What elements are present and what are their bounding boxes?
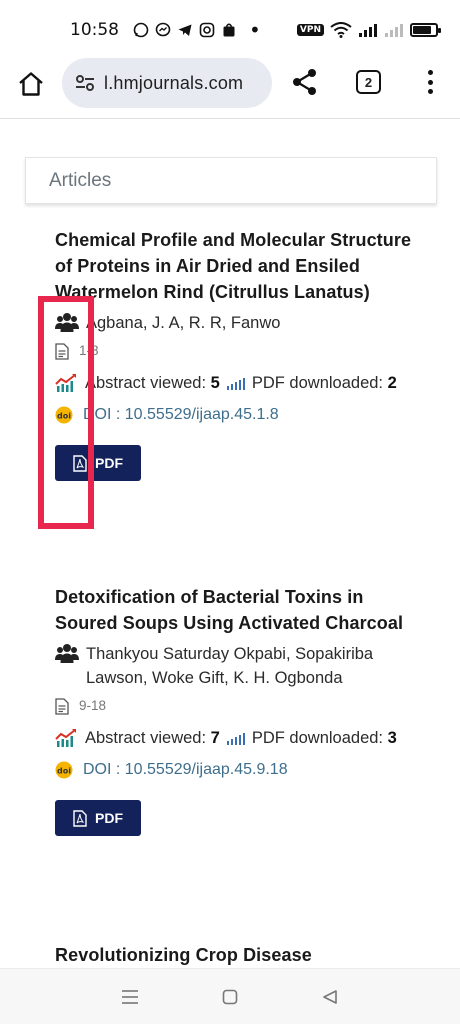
signal-secondary-icon	[385, 24, 403, 37]
pdf-download-button[interactable]: PDF	[55, 800, 141, 836]
notification-icons: •	[133, 18, 261, 42]
tab-switcher-button[interactable]: 2	[356, 70, 381, 94]
menu-lines-icon	[122, 989, 138, 1004]
authors-text: Agbana, J. A, R. R, Fanwo	[86, 314, 281, 332]
messenger-icon	[155, 22, 171, 37]
home-nav-button[interactable]	[219, 986, 241, 1008]
shopping-icon	[223, 23, 235, 37]
pdf-button-label: PDF	[95, 455, 123, 471]
authors-row: Thankyou Saturday Okpabi, Sopakiriba Law…	[55, 642, 425, 690]
pdf-file-icon	[73, 809, 87, 827]
svg-text:doi: doi	[57, 767, 71, 776]
authors-row: Agbana, J. A, R. R, Fanwo	[55, 311, 425, 335]
bar-chart-icon	[226, 377, 245, 390]
pdf-downloaded-count: 3	[387, 729, 397, 747]
pdf-downloaded-label: PDF downloaded:	[251, 374, 384, 392]
back-triangle-icon	[323, 989, 337, 1004]
page-content: Articles Chemical Profile and Molecular …	[0, 119, 460, 968]
share-button[interactable]	[290, 67, 320, 97]
home-button[interactable]	[14, 67, 48, 101]
article-item: Revolutionizing Crop Disease	[55, 942, 425, 968]
battery-icon	[410, 23, 441, 37]
doi-row: doi DOI : 10.55529/ijaap.45.1.8	[55, 403, 425, 427]
section-header: Articles	[25, 157, 437, 204]
whatsapp-icon	[133, 22, 149, 38]
recent-apps-button[interactable]	[119, 986, 141, 1008]
users-icon	[55, 644, 79, 663]
status-time: 10:58	[70, 20, 119, 40]
abstract-viewed-label: Abstract viewed:	[85, 374, 207, 392]
square-home-icon	[222, 989, 238, 1004]
stats-text: Abstract viewed: 7 PDF downloaded: 3	[85, 724, 397, 752]
article-item: Detoxification of Bacterial Toxins in So…	[55, 584, 425, 836]
stats-row: Abstract viewed: 5 PDF downloaded: 2	[55, 369, 425, 397]
pdf-downloaded-label: PDF downloaded:	[251, 729, 384, 747]
bar-chart-icon	[226, 732, 245, 745]
wifi-icon	[330, 22, 352, 38]
telegram-icon	[178, 24, 192, 36]
doi-link[interactable]: DOI : 10.55529/ijaap.45.9.18	[83, 758, 288, 782]
abstract-viewed-count: 7	[210, 729, 220, 747]
system-navigation-bar	[0, 968, 460, 1024]
stats-row: Abstract viewed: 7 PDF downloaded: 3	[55, 724, 425, 752]
instagram-icon	[199, 22, 215, 38]
url-text: l.hmjournals.com	[104, 72, 244, 93]
article-item: Chemical Profile and Molecular Structure…	[55, 227, 425, 481]
doi-link[interactable]: DOI : 10.55529/ijaap.45.1.8	[83, 403, 279, 427]
section-title: Articles	[49, 169, 112, 191]
highlight-annotation-box	[38, 296, 94, 529]
doi-icon: doi	[55, 761, 73, 779]
overflow-menu-button[interactable]	[418, 67, 442, 97]
pages-row: 1-8	[55, 339, 425, 363]
article-title[interactable]: Revolutionizing Crop Disease	[55, 942, 425, 968]
abstract-viewed-label: Abstract viewed:	[85, 729, 207, 747]
doi-row: doi DOI : 10.55529/ijaap.45.9.18	[55, 758, 425, 782]
pdf-button-label: PDF	[95, 810, 123, 826]
pdf-downloaded-count: 2	[387, 374, 397, 392]
system-icons: VPN	[296, 22, 441, 38]
pages-row: 9-18	[55, 694, 425, 718]
dot-icon: •	[249, 18, 261, 42]
address-bar[interactable]: l.hmjournals.com	[62, 58, 272, 108]
document-icon	[55, 697, 69, 715]
home-icon	[19, 72, 43, 96]
status-bar: 10:58 • VPN	[0, 0, 460, 60]
site-settings-icon[interactable]	[74, 72, 96, 94]
stats-text: Abstract viewed: 5 PDF downloaded: 2	[85, 369, 397, 397]
vpn-badge: VPN	[296, 24, 324, 36]
trending-chart-icon	[55, 729, 76, 747]
back-nav-button[interactable]	[319, 986, 341, 1008]
share-icon	[293, 69, 316, 95]
article-title[interactable]: Chemical Profile and Molecular Structure…	[55, 227, 425, 305]
signal-icon	[359, 24, 377, 37]
article-title[interactable]: Detoxification of Bacterial Toxins in So…	[55, 584, 425, 636]
abstract-viewed-count: 5	[210, 374, 220, 392]
authors-text: Thankyou Saturday Okpabi, Sopakiriba Law…	[86, 645, 374, 687]
browser-toolbar: l.hmjournals.com 2	[0, 55, 460, 117]
pages-text: 9-18	[79, 698, 107, 713]
